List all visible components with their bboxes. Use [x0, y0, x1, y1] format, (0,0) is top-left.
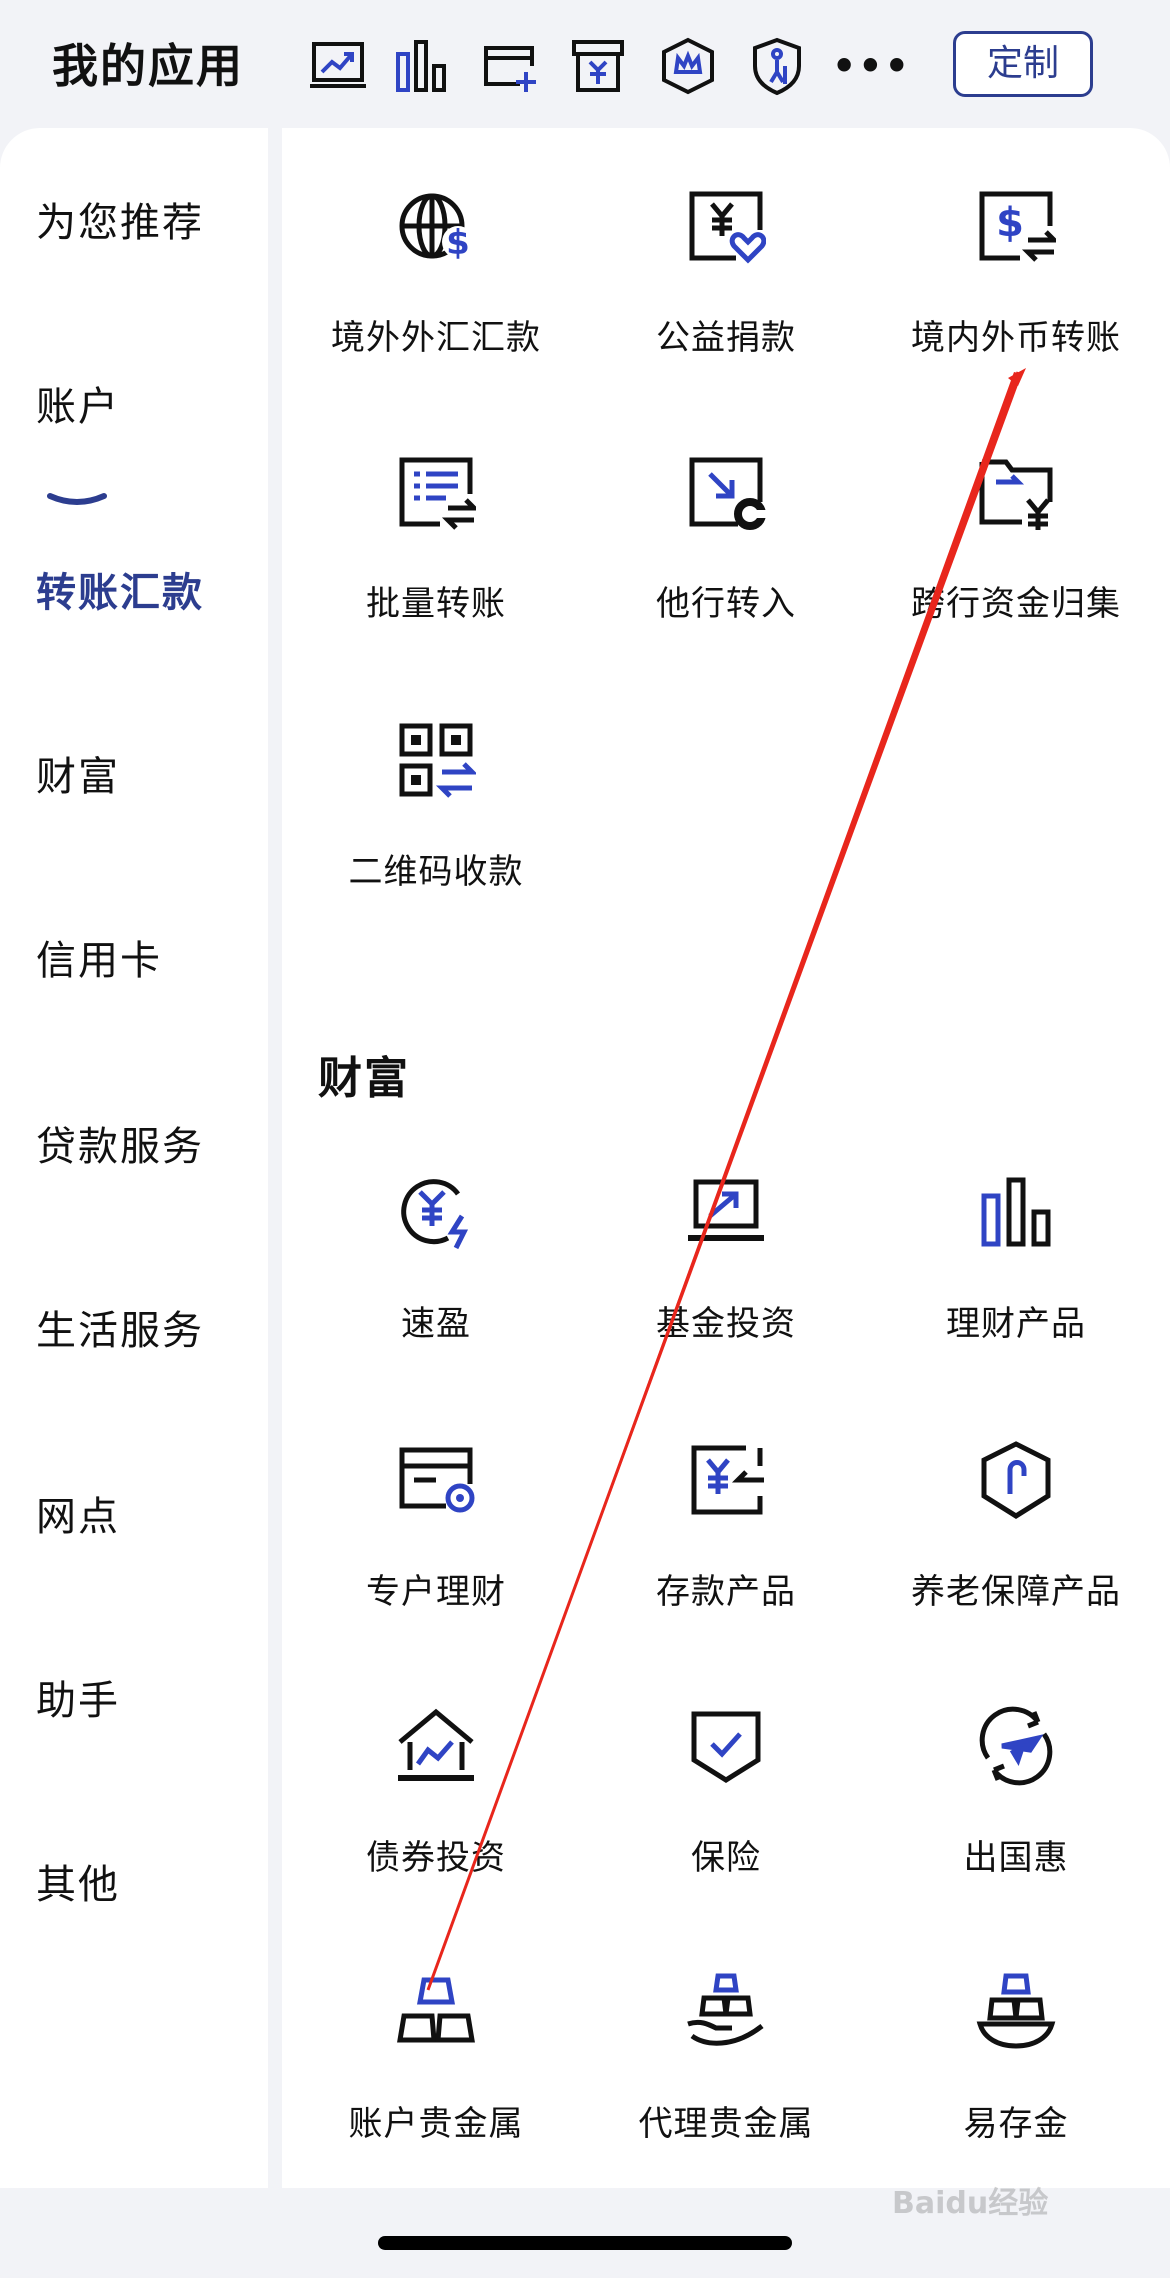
- app-fund-investment[interactable]: 基金投资: [581, 1172, 871, 1372]
- section-title-wealth: 财富: [318, 1053, 410, 1104]
- app-bond-investment[interactable]: 债券投资: [291, 1706, 581, 1906]
- elder-shield-icon[interactable]: [745, 34, 809, 98]
- app-label: 易存金: [963, 2104, 1069, 2144]
- app-label: 养老保障产品: [911, 1572, 1121, 1612]
- sidebar-item-credit-card[interactable]: 信用卡: [36, 928, 162, 986]
- app-label: 账户贵金属: [348, 2104, 524, 2144]
- category-sidebar: 为您推荐 账户 转账汇款 财富 信用卡 贷款服务 生活服务 网点 助手 其他: [0, 128, 268, 2188]
- app-easy-gold-deposit[interactable]: 易存金: [871, 1972, 1161, 2172]
- yuan-deposit-icon: [686, 1440, 766, 1520]
- bar-chart-icon: [976, 1172, 1056, 1252]
- yuan-lightning-icon: [396, 1172, 476, 1252]
- sidebar-item-loans[interactable]: 贷款服务: [36, 1114, 204, 1172]
- app-overseas-remittance[interactable]: $ 境外外汇汇款: [291, 186, 581, 386]
- app-suying[interactable]: 速盈: [291, 1172, 581, 1372]
- app-label: 存款产品: [656, 1572, 796, 1612]
- app-label: 理财产品: [946, 1304, 1086, 1344]
- card-coin-icon: [396, 1440, 476, 1520]
- active-tab-indicator: [47, 493, 107, 505]
- inbound-transfer-icon: [686, 452, 766, 532]
- app-dedicated-account-wealth[interactable]: 专户理财: [291, 1440, 581, 1640]
- app-label: 批量转账: [366, 584, 506, 624]
- page-title: 我的应用: [52, 39, 244, 93]
- yuan-box-icon[interactable]: [566, 34, 630, 98]
- app-account-precious-metals[interactable]: 账户贵金属: [291, 1972, 581, 2172]
- app-insurance[interactable]: 保险: [581, 1706, 871, 1906]
- app-domestic-fx-transfer[interactable]: $ 境内外币转账: [871, 186, 1161, 386]
- header: 我的应用 ••• 定制: [0, 0, 1170, 128]
- app-label: 出国惠: [963, 1838, 1069, 1878]
- app-qr-collection[interactable]: 二维码收款: [291, 720, 581, 920]
- more-icon[interactable]: •••: [832, 36, 909, 96]
- app-label: 跨行资金归集: [911, 584, 1121, 624]
- app-label: 他行转入: [656, 584, 796, 624]
- app-overseas-benefits[interactable]: 出国惠: [871, 1706, 1161, 1906]
- sidebar-item-recommended[interactable]: 为您推荐: [36, 190, 204, 248]
- bank-chart-icon: [396, 1706, 476, 1786]
- chart-up-icon[interactable]: [306, 34, 370, 98]
- app-label: 二维码收款: [348, 852, 524, 892]
- app-label: 保险: [691, 1838, 761, 1878]
- bar-chart-icon[interactable]: [390, 34, 454, 98]
- svg-text:$: $: [996, 200, 1024, 246]
- list-transfer-icon: [396, 452, 481, 532]
- bowl-gold-icon: [976, 1972, 1056, 2052]
- customize-button[interactable]: 定制: [953, 31, 1093, 97]
- svg-text:$: $: [446, 223, 470, 263]
- app-label: 境外外汇汇款: [331, 318, 541, 358]
- gold-bars-icon: [396, 1972, 476, 2052]
- app-label: 债券投资: [366, 1838, 506, 1878]
- app-batch-transfer[interactable]: 批量转账: [291, 452, 581, 652]
- app-charity-donation[interactable]: 公益捐款: [581, 186, 871, 386]
- globe-dollar-icon: $: [396, 186, 476, 266]
- watermark-logo: Baidu经验: [892, 2186, 1049, 2221]
- sidebar-item-transfer[interactable]: 转账汇款: [36, 560, 204, 618]
- sidebar-item-assistant[interactable]: 助手: [36, 1668, 120, 1726]
- sidebar-item-other[interactable]: 其他: [36, 1852, 120, 1910]
- shield-check-icon: [686, 1706, 766, 1786]
- panel-divider: [268, 128, 282, 2188]
- sidebar-item-account[interactable]: 账户: [36, 374, 120, 432]
- app-page: 我的应用 ••• 定制 为您推荐 账户 转账汇款 财富 信用卡 贷款服务 生活服…: [0, 0, 1170, 2278]
- app-label: 基金投资: [656, 1304, 796, 1344]
- yuan-heart-icon: [686, 186, 767, 266]
- qr-transfer-icon: [396, 720, 479, 800]
- plane-cycle-icon: [976, 1706, 1056, 1786]
- app-wealth-products[interactable]: 理财产品: [871, 1172, 1161, 1372]
- laptop-chart-icon: [686, 1172, 766, 1252]
- sidebar-item-life-services[interactable]: 生活服务: [36, 1298, 204, 1356]
- crown-shield-icon[interactable]: [656, 34, 720, 98]
- app-agency-precious-metals[interactable]: 代理贵金属: [581, 1972, 871, 2172]
- app-deposit-products[interactable]: 存款产品: [581, 1440, 871, 1640]
- add-card-icon[interactable]: [478, 34, 542, 98]
- app-inbound-from-other-bank[interactable]: 他行转入: [581, 452, 871, 652]
- folder-yuan-icon: [976, 452, 1056, 532]
- sidebar-item-outlets[interactable]: 网点: [36, 1484, 120, 1542]
- app-label: 速盈: [401, 1304, 471, 1344]
- app-label: 代理贵金属: [638, 2104, 814, 2144]
- app-label: 公益捐款: [656, 318, 796, 358]
- app-label: 专户理财: [366, 1572, 506, 1612]
- app-pension-products[interactable]: 养老保障产品: [871, 1440, 1161, 1640]
- shield-cane-icon: [976, 1440, 1056, 1520]
- dollar-transfer-icon: $: [976, 186, 1061, 266]
- sidebar-item-wealth[interactable]: 财富: [36, 744, 120, 802]
- app-label: 境内外币转账: [911, 318, 1121, 358]
- hand-gold-icon: [686, 1972, 766, 2052]
- app-cross-bank-pooling[interactable]: 跨行资金归集: [871, 452, 1161, 652]
- home-indicator[interactable]: [378, 2236, 792, 2250]
